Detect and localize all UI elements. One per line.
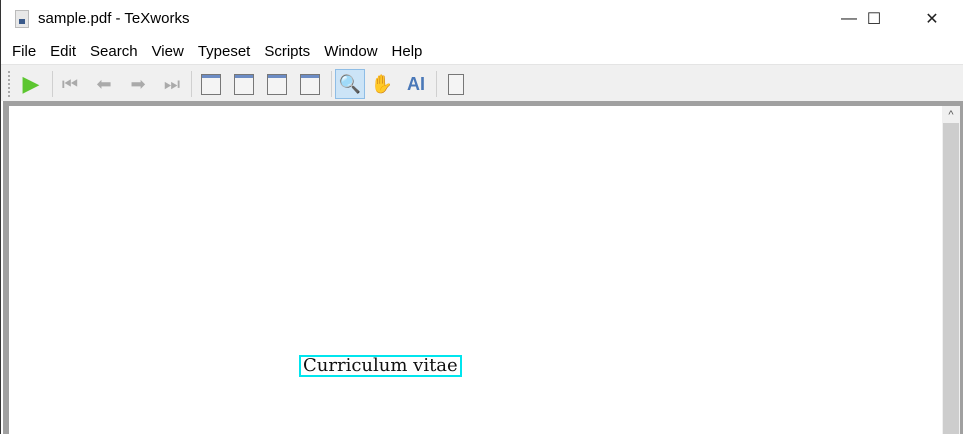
menu-bar: File Edit Search View Typeset Scripts Wi… bbox=[1, 38, 963, 64]
fit-page-icon[interactable] bbox=[262, 69, 292, 99]
toolbar-grip[interactable] bbox=[8, 71, 10, 97]
pdf-document-icon bbox=[15, 10, 29, 28]
separator bbox=[436, 71, 437, 97]
next-page-icon[interactable]: ➡ bbox=[123, 69, 153, 99]
menu-typeset[interactable]: Typeset bbox=[191, 38, 258, 64]
separator bbox=[52, 71, 53, 97]
vertical-scrollbar[interactable]: ^ bbox=[942, 106, 960, 434]
menu-view[interactable]: View bbox=[145, 38, 191, 64]
typeset-play-icon[interactable]: ▶ bbox=[16, 69, 46, 99]
previous-page-icon[interactable]: ⬅ bbox=[89, 69, 119, 99]
pdf-page[interactable]: Curriculum vitae bbox=[9, 106, 942, 434]
menu-edit[interactable]: Edit bbox=[43, 38, 83, 64]
menu-help[interactable]: Help bbox=[385, 38, 430, 64]
toolbar: ▶ ⏮ ⬅ ➡ ⏭ 🔍 ✋ AI bbox=[1, 64, 963, 101]
magnify-tool-icon[interactable]: 🔍 bbox=[335, 69, 365, 99]
menu-window[interactable]: Window bbox=[317, 38, 384, 64]
hand-tool-icon[interactable]: ✋ bbox=[367, 69, 397, 99]
document-title-text[interactable]: Curriculum vitae bbox=[299, 355, 462, 377]
menu-scripts[interactable]: Scripts bbox=[257, 38, 317, 64]
window-title: sample.pdf - TeXworks bbox=[38, 10, 190, 27]
scrollbar-thumb[interactable] bbox=[943, 123, 959, 434]
actual-size-icon[interactable] bbox=[196, 69, 226, 99]
separator bbox=[331, 71, 332, 97]
last-page-icon[interactable]: ⏭ bbox=[157, 69, 187, 99]
pdf-viewer: Curriculum vitae ^ bbox=[3, 101, 963, 434]
menu-search[interactable]: Search bbox=[83, 38, 145, 64]
first-page-icon[interactable]: ⏮ bbox=[55, 69, 85, 99]
separator bbox=[191, 71, 192, 97]
find-preview-icon[interactable] bbox=[441, 69, 471, 99]
fit-window-icon[interactable] bbox=[295, 69, 325, 99]
title-bar: sample.pdf - TeXworks — ☐ ✕ bbox=[1, 0, 963, 38]
fit-width-icon[interactable] bbox=[229, 69, 259, 99]
scroll-up-arrow-icon[interactable]: ^ bbox=[942, 106, 960, 123]
menu-file[interactable]: File bbox=[5, 38, 43, 64]
close-button[interactable]: ✕ bbox=[909, 0, 955, 38]
maximize-button[interactable]: ☐ bbox=[851, 0, 897, 38]
select-text-tool-icon[interactable]: AI bbox=[401, 69, 431, 99]
